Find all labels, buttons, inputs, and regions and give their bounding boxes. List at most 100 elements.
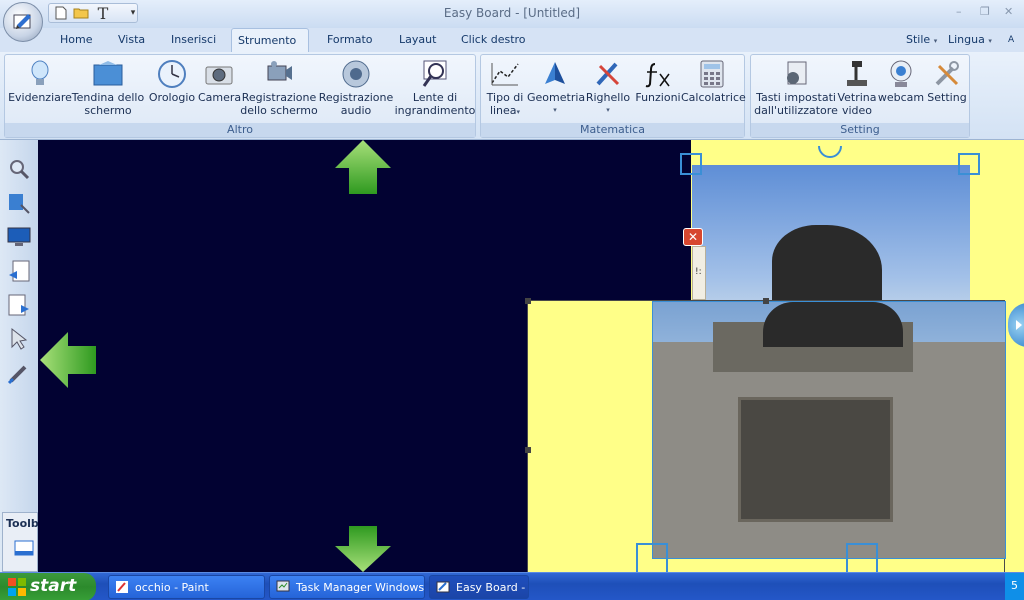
custom-keys-label-2: dall'utilizzatore — [754, 104, 838, 117]
group-altro: Evidenziare Tendina dello schermo Orolog… — [4, 54, 476, 138]
language-caret-icon: ▾ — [988, 37, 992, 45]
line-type-button[interactable]: Tipo di linea▾ — [483, 59, 527, 119]
ruler-button[interactable]: Righello ▾ — [583, 59, 633, 117]
windows-logo-icon — [8, 578, 26, 596]
task-manager-icon — [276, 580, 290, 592]
webcam-button[interactable]: webcam — [877, 59, 925, 104]
pyramid-icon — [540, 59, 570, 89]
scroll-left-arrow-icon[interactable] — [40, 332, 96, 388]
selection-handle-top-left[interactable] — [680, 153, 702, 175]
font-size-icon[interactable]: A — [1002, 28, 1020, 52]
custom-keys-button[interactable]: Tasti impostati dall'utilizzatore — [753, 59, 839, 117]
taskbar-item-label: occhio - Paint — [135, 581, 209, 594]
tab-vista[interactable]: Vista — [112, 28, 151, 52]
screen-recording-button[interactable]: Registrazione dello schermo — [240, 59, 318, 117]
ribbon-tabs: Home Vista Inserisci Strumento Formato L… — [0, 28, 1024, 52]
webcam-icon — [886, 59, 916, 89]
resize-handle-n[interactable] — [763, 298, 769, 304]
video-showcase-label-2: video — [841, 104, 873, 117]
previous-page-icon[interactable] — [6, 258, 32, 284]
ruler-caret-icon: ▾ — [606, 106, 610, 114]
pen-icon[interactable] — [6, 360, 32, 386]
resize-handle-w[interactable] — [525, 447, 531, 453]
next-page-icon[interactable] — [6, 292, 32, 318]
highlight-button[interactable]: Evidenziare — [7, 59, 73, 104]
selection-handle-bottom-center[interactable] — [846, 543, 878, 575]
magnifier-button[interactable]: Lente di ingrandimento — [394, 59, 476, 117]
functions-button[interactable]: Funzioni — [633, 59, 683, 104]
group-title-altro: Altro — [5, 123, 475, 137]
pointer-icon[interactable] — [6, 326, 32, 352]
screen-recording-label-2: dello schermo — [240, 104, 318, 117]
zoom-icon[interactable] — [6, 156, 32, 182]
screen-capture-icon[interactable] — [6, 190, 32, 216]
dialog-close-button[interactable]: ✕ — [683, 228, 703, 246]
highlight-label-1: Evidenziare — [8, 91, 72, 104]
calculator-icon — [697, 59, 727, 89]
calculator-button[interactable]: Calcolatrice — [681, 59, 746, 104]
audio-recording-button[interactable]: Registrazione audio — [318, 59, 394, 117]
settings-button[interactable]: Setting — [925, 59, 969, 104]
screen-recording-label-1: Registrazione — [241, 91, 317, 104]
video-showcase-button[interactable]: Vetrina video — [837, 59, 877, 117]
taskbar-item-easy-board[interactable]: Easy Board - [ — [429, 575, 529, 599]
group-matematica: Tipo di linea▾ Geometria ▾ Righello ▾ Fu… — [480, 54, 746, 138]
toolbox-tool-icon[interactable] — [13, 537, 35, 562]
monitor-icon[interactable] — [6, 224, 32, 250]
system-tray-clock[interactable]: 5 — [1005, 573, 1024, 600]
screen-curtain-button[interactable]: Tendina dello schermo — [71, 59, 145, 117]
camera-button[interactable]: Camera — [198, 59, 241, 104]
ribbon: Evidenziare Tendina dello schermo Orolog… — [0, 52, 1024, 140]
calculator-label: Calcolatrice — [681, 91, 746, 104]
group-title-setting: Setting — [751, 123, 969, 137]
line-chart-icon — [490, 59, 520, 89]
functions-label: Funzioni — [635, 91, 681, 104]
audio-recording-label-2: audio — [340, 104, 372, 117]
start-button[interactable]: start — [0, 573, 96, 600]
style-label: Stile — [906, 33, 931, 46]
tab-home[interactable]: Home — [54, 28, 98, 52]
clock-button[interactable]: Orologio — [146, 59, 198, 104]
tab-strumento[interactable]: Strumento — [231, 28, 309, 52]
style-menu[interactable]: Stile ▾ — [900, 28, 943, 52]
geometry-button[interactable]: Geometria ▾ — [527, 59, 585, 117]
audio-recording-label-1: Registrazione — [318, 91, 394, 104]
scroll-down-arrow-icon[interactable] — [335, 526, 391, 572]
tab-click-destro[interactable]: Click destro — [455, 28, 532, 52]
custom-keys-icon — [781, 59, 811, 89]
taskbar-item-label: Task Manager Windows — [296, 581, 425, 594]
selection-handle-top-right[interactable] — [958, 153, 980, 175]
taskbar-item-label: Easy Board - [ — [456, 581, 529, 594]
statue-photo-main[interactable] — [652, 301, 1006, 559]
video-showcase-label-1: Vetrina — [837, 91, 877, 104]
tools-icon — [932, 59, 962, 89]
settings-label: Setting — [927, 91, 967, 104]
toolbox-panel[interactable]: Toolba — [2, 512, 46, 572]
ruler-label: Righello — [585, 91, 631, 104]
start-label: start — [30, 576, 77, 596]
clock-icon — [157, 59, 187, 89]
resize-handle-nw[interactable] — [525, 298, 531, 304]
taskbar-item-task-manager[interactable]: Task Manager Windows — [269, 575, 425, 599]
tab-formato[interactable]: Formato — [321, 28, 379, 52]
taskbar-item-paint[interactable]: occhio - Paint — [108, 575, 265, 599]
tab-layaut[interactable]: Layaut — [393, 28, 442, 52]
statue-photo-top[interactable] — [692, 165, 970, 305]
language-menu[interactable]: Lingua ▾ — [942, 28, 998, 52]
rotate-handle-icon[interactable] — [816, 140, 844, 162]
easyboard-logo-icon — [13, 14, 31, 29]
close-button[interactable]: ✕ — [1004, 5, 1013, 18]
style-caret-icon: ▾ — [933, 37, 938, 45]
screen-curtain-label-1: Tendina dello — [71, 91, 145, 104]
equestrian-statue-silhouette — [772, 225, 882, 305]
minimize-button[interactable]: – — [956, 5, 962, 18]
restore-button[interactable]: ❐ — [980, 5, 990, 18]
window-title: Easy Board - [Untitled] — [443, 6, 581, 20]
custom-keys-label-1: Tasti impostati — [756, 91, 836, 104]
easy-board-window: T ▾ Easy Board - [Untitled] – ❐ ✕ Home V… — [0, 0, 1024, 600]
image-object[interactable] — [525, 298, 1006, 600]
app-menu-button[interactable] — [3, 2, 43, 42]
scroll-up-arrow-icon[interactable] — [335, 140, 391, 194]
tab-inserisci[interactable]: Inserisci — [165, 28, 222, 52]
selection-handle-bottom-left[interactable] — [636, 543, 668, 575]
